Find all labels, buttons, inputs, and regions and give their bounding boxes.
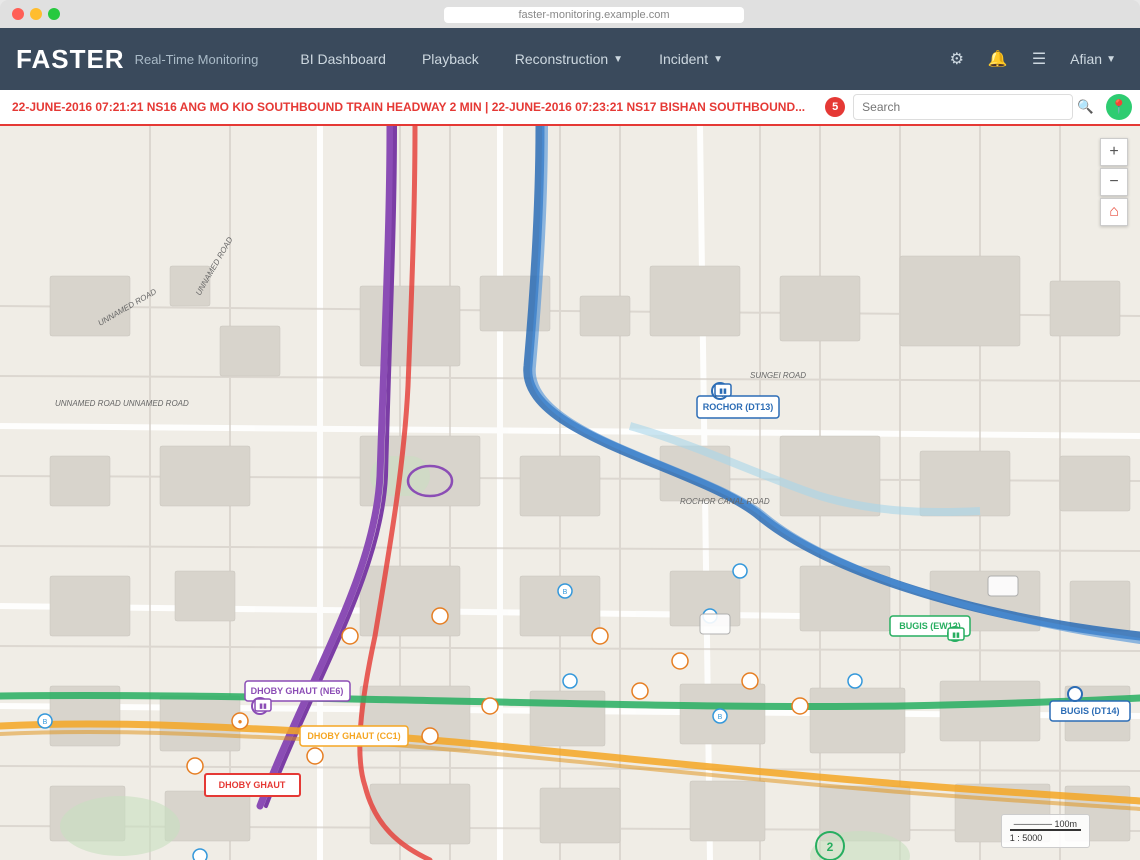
user-dropdown-arrow: ▼ — [1106, 54, 1116, 65]
layers-icon[interactable]: ☰ — [1024, 41, 1054, 77]
zoom-in-button[interactable]: + — [1100, 138, 1128, 166]
settings-icon[interactable]: ⚙ — [942, 41, 972, 77]
map-svg: ROCHOR (DT13) 🚌 BUGIS (EW12) BUGIS (DT14… — [0, 126, 1140, 860]
svg-text:UNNAMED ROAD UNNAMED ROAD: UNNAMED ROAD UNNAMED ROAD — [55, 399, 189, 408]
nav-item-incident[interactable]: Incident ▼ — [641, 28, 741, 90]
svg-text:DHOBY GHAUT (NE6): DHOBY GHAUT (NE6) — [251, 686, 344, 696]
user-name: Afian — [1070, 51, 1102, 67]
home-button[interactable]: ⌂ — [1100, 198, 1128, 226]
svg-text:B: B — [43, 719, 48, 726]
nav-label-playback: Playback — [422, 51, 479, 67]
alert-icon[interactable]: 🔔 — [980, 41, 1016, 77]
svg-text:2: 2 — [827, 840, 834, 854]
nav-items: BI Dashboard Playback Reconstruction ▼ I… — [282, 28, 941, 90]
svg-text:B: B — [718, 714, 723, 721]
svg-text:B: B — [563, 589, 568, 596]
incident-dropdown-arrow: ▼ — [713, 54, 723, 65]
svg-text:DHOBY GHAUT: DHOBY GHAUT — [219, 780, 286, 790]
url-bar-container: faster-monitoring.example.com — [60, 5, 1128, 23]
ticker-right: 🔍 📍 — [845, 94, 1140, 120]
map-controls: + − ⌂ — [1100, 138, 1128, 226]
svg-text:▮▮: ▮▮ — [719, 388, 727, 395]
brand: FASTER Real-Time Monitoring — [16, 44, 258, 75]
user-menu[interactable]: Afian ▼ — [1062, 51, 1124, 67]
svg-text:▮▮: ▮▮ — [259, 703, 267, 710]
map-container[interactable]: ROCHOR (DT13) 🚌 BUGIS (EW12) BUGIS (DT14… — [0, 126, 1140, 860]
reconstruction-dropdown-arrow: ▼ — [613, 54, 623, 65]
url-bar[interactable]: faster-monitoring.example.com — [444, 7, 744, 23]
svg-text:DHOBY GHAUT (CC1): DHOBY GHAUT (CC1) — [307, 731, 400, 741]
window-chrome: faster-monitoring.example.com — [0, 0, 1140, 28]
nav-label-reconstruction: Reconstruction — [515, 51, 608, 67]
search-button[interactable]: 🔍 — [1073, 99, 1098, 115]
nav-item-bi-dashboard[interactable]: BI Dashboard — [282, 28, 404, 90]
minimize-button[interactable] — [30, 8, 42, 20]
ticker-text: 22-JUNE-2016 07:21:21 NS16 ANG MO KIO SO… — [0, 100, 817, 114]
alert-ticker: 22-JUNE-2016 07:21:21 NS16 ANG MO KIO SO… — [0, 90, 1140, 126]
svg-text:ROCHOR CANAL ROAD: ROCHOR CANAL ROAD — [680, 497, 770, 506]
nav-item-playback[interactable]: Playback — [404, 28, 497, 90]
close-button[interactable] — [12, 8, 24, 20]
scale-bar-label: ────── 100m — [1010, 819, 1081, 831]
navbar: FASTER Real-Time Monitoring BI Dashboard… — [0, 28, 1140, 90]
svg-text:▮▮: ▮▮ — [952, 632, 960, 639]
nav-label-bi-dashboard: BI Dashboard — [300, 51, 386, 67]
window-buttons — [12, 8, 60, 20]
ticker-count[interactable]: 5 — [825, 97, 845, 117]
scale-bar: ────── 100m 1 : 5000 — [1001, 814, 1090, 848]
maximize-button[interactable] — [48, 8, 60, 20]
scale-ratio: 1 : 5000 — [1010, 833, 1081, 843]
svg-text:SUNGEI ROAD: SUNGEI ROAD — [750, 371, 806, 380]
zoom-out-button[interactable]: − — [1100, 168, 1128, 196]
svg-text:BUGIS (DT14): BUGIS (DT14) — [1060, 706, 1119, 716]
brand-subtitle: Real-Time Monitoring — [135, 52, 259, 67]
nav-item-reconstruction[interactable]: Reconstruction ▼ — [497, 28, 641, 90]
brand-name: FASTER — [16, 44, 125, 75]
nav-icons: ⚙ 🔔 ☰ Afian ▼ — [942, 41, 1124, 77]
map-pin-button[interactable]: 📍 — [1106, 94, 1132, 120]
svg-text:●: ● — [238, 717, 243, 726]
search-input[interactable] — [853, 94, 1073, 120]
svg-text:ROCHOR (DT13): ROCHOR (DT13) — [703, 402, 774, 412]
nav-label-incident: Incident — [659, 51, 708, 67]
